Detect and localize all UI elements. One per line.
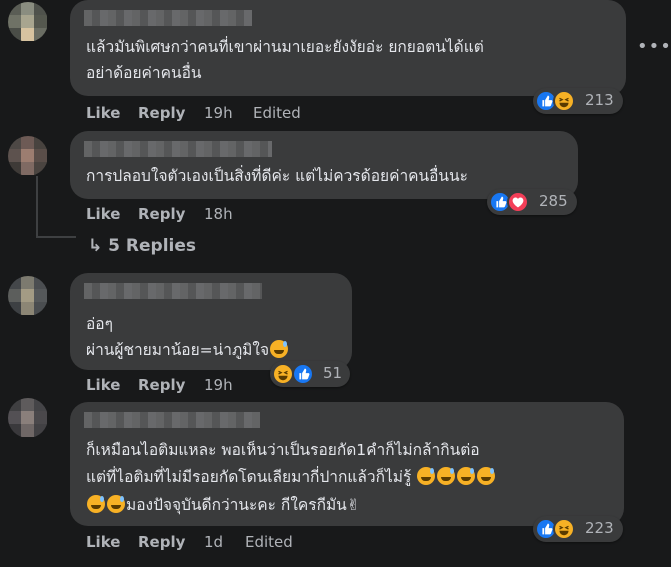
replies-label: 5 Replies — [108, 236, 197, 256]
timestamp[interactable]: 1d — [204, 533, 223, 551]
reply-arrow-icon: ↳ — [88, 236, 103, 256]
avatar[interactable] — [8, 398, 48, 438]
avatar[interactable] — [8, 2, 48, 42]
reaction-count: 213 — [585, 91, 614, 109]
comment-text: แต่ที่ไอติมที่ไม่มีรอยกัดโดนเลียมากี่ปาก… — [86, 468, 412, 486]
reactions-summary[interactable]: 223 — [533, 516, 623, 542]
comment-text-line: การปลอบใจตัวเองเป็นสิ่งที่ดีค่ะ แต่ไม่คว… — [86, 167, 468, 185]
edited-label: Edited — [253, 104, 301, 122]
avatar[interactable] — [8, 136, 48, 176]
timestamp[interactable]: 19h — [204, 376, 233, 394]
comment-text: มองปัจจุบันดีกว่านะคะ กีใครกีมัน — [126, 496, 347, 514]
comment-text-line: มองปัจจุบันดีกว่านะคะ กีใครกีมัน✌ — [86, 494, 360, 516]
like-icon — [292, 363, 314, 385]
haha-icon — [553, 90, 575, 112]
like-button[interactable]: Like — [86, 533, 120, 551]
more-options-icon[interactable]: ••• — [637, 36, 671, 57]
reply-button[interactable]: Reply — [138, 533, 185, 551]
edited-label: Edited — [245, 533, 293, 551]
thread-connector — [36, 236, 76, 238]
victory-hand-emoji-icon: ✌ — [346, 496, 360, 514]
avatar[interactable] — [8, 276, 48, 316]
comment-text-line: อ่อๆ — [86, 315, 113, 333]
grinning-sweat-emoji-icon — [107, 495, 125, 513]
grinning-sweat-emoji-icon — [477, 467, 496, 485]
author-name[interactable] — [84, 10, 252, 26]
comment-bubble: ก็เหมือนไอติมแหละ พอเห็นว่าเป็นรอยกัด1คำ… — [70, 402, 624, 526]
comment-text-line: ผ่านผู้ชายมาน้อย=น่าภูมิใจ — [86, 339, 289, 361]
haha-icon — [553, 518, 575, 540]
laughing-emoji-icon — [270, 340, 289, 358]
author-name[interactable] — [84, 412, 260, 428]
like-button[interactable]: Like — [86, 376, 120, 394]
love-icon — [507, 191, 529, 213]
timestamp[interactable]: 18h — [204, 205, 233, 223]
timestamp[interactable]: 19h — [204, 104, 233, 122]
reactions-summary[interactable]: 51 — [270, 361, 350, 387]
reaction-count: 223 — [585, 519, 614, 537]
comment-text: ผ่านผู้ชายมาน้อย=น่าภูมิใจ — [86, 341, 270, 359]
author-name[interactable] — [84, 283, 262, 299]
view-replies-button[interactable]: ↳ 5 Replies — [88, 236, 196, 256]
haha-icon — [272, 363, 294, 385]
thread-connector — [36, 176, 38, 236]
reply-button[interactable]: Reply — [138, 205, 185, 223]
reply-button[interactable]: Reply — [138, 376, 185, 394]
comment-text-line: ก็เหมือนไอติมแหละ พอเห็นว่าเป็นรอยกัด1คำ… — [86, 441, 480, 459]
reply-button[interactable]: Reply — [138, 104, 185, 122]
comment-text-line: อย่าด้อยค่าคนอื่น — [86, 64, 202, 82]
author-name[interactable] — [84, 141, 272, 157]
reactions-summary[interactable]: 285 — [487, 189, 577, 215]
comment-bubble: อ่อๆ ผ่านผู้ชายมาน้อย=น่าภูมิใจ — [70, 273, 352, 370]
grinning-sweat-emoji-icon — [87, 495, 105, 513]
grinning-sweat-emoji-icon — [457, 467, 476, 485]
grinning-sweat-emoji-icon — [417, 467, 436, 485]
comment-bubble: แล้วมันพิเศษกว่าคนที่เขาผ่านมาเยอะยังงัย… — [70, 0, 626, 96]
reaction-count: 285 — [539, 192, 568, 210]
comment-text-line: แล้วมันพิเศษกว่าคนที่เขาผ่านมาเยอะยังงัย… — [86, 38, 484, 56]
grinning-sweat-emoji-icon — [437, 467, 456, 485]
reactions-summary[interactable]: 213 — [533, 88, 623, 114]
like-button[interactable]: Like — [86, 104, 120, 122]
reaction-count: 51 — [323, 364, 343, 382]
like-button[interactable]: Like — [86, 205, 120, 223]
comment-text-line: แต่ที่ไอติมที่ไม่มีรอยกัดโดนเลียมากี่ปาก… — [86, 466, 496, 488]
